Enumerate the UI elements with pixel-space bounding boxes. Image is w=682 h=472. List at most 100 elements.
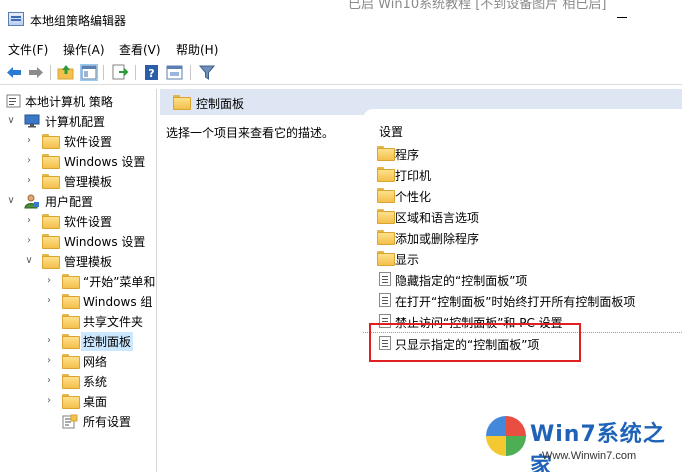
tree-node-label: 计算机配置: [45, 115, 106, 129]
list-item-printers[interactable]: 打印机: [363, 164, 682, 184]
tree-node-label: 共享文件夹: [83, 315, 144, 329]
help-icon[interactable]: ?: [143, 64, 161, 81]
menu-action[interactable]: 操作(A): [63, 41, 105, 58]
up-folder-icon[interactable]: [57, 64, 75, 81]
highlight-annotation-box: [369, 323, 581, 362]
tree-node-windows-components[interactable]: › Windows 组: [0, 291, 156, 311]
chevron-right-icon[interactable]: ›: [44, 294, 54, 308]
list-item-add-remove-programs[interactable]: 添加或删除程序: [363, 227, 682, 247]
tree-node-label: 系统: [83, 375, 108, 389]
tree-node-admin-templates[interactable]: › 管理模板: [0, 171, 156, 191]
tree-node-software-settings[interactable]: › 软件设置: [0, 131, 156, 151]
tree-node-software-settings[interactable]: › 软件设置: [0, 211, 156, 231]
details-title: 控制面板: [196, 97, 245, 111]
chevron-right-icon[interactable]: ›: [24, 234, 34, 248]
folder-icon: [377, 188, 395, 203]
tree-node-label: Windows 组: [83, 295, 153, 309]
properties-icon[interactable]: [166, 64, 184, 81]
tree-node-control-panel[interactable]: › 控制面板: [0, 331, 156, 351]
tree-node-windows-settings[interactable]: › Windows 设置: [0, 231, 156, 251]
win7-logo-icon: [486, 416, 526, 456]
tree-node-shared-folders[interactable]: 共享文件夹: [0, 311, 156, 331]
tree-node-system[interactable]: › 系统: [0, 371, 156, 391]
column-header-setting[interactable]: 设置: [379, 123, 403, 140]
minimize-button[interactable]: [617, 17, 627, 18]
chevron-right-icon[interactable]: ›: [44, 374, 54, 388]
folder-icon: [42, 214, 60, 229]
tree-node-desktop[interactable]: › 桌面: [0, 391, 156, 411]
tree-node-label: 所有设置: [83, 415, 132, 429]
folder-icon: [42, 154, 60, 169]
tree-node-admin-templates[interactable]: ∨ 管理模板: [0, 251, 156, 271]
tree-node-local-policy[interactable]: 本地计算机 策略: [0, 91, 156, 111]
folder-icon: [42, 234, 60, 249]
policy-setting-icon: [379, 272, 391, 286]
back-icon[interactable]: [5, 64, 23, 81]
chevron-down-icon[interactable]: ∨: [6, 194, 16, 208]
list-item-label: 添加或删除程序: [395, 232, 480, 246]
tree-node-start-menu[interactable]: › “开始”菜单和: [0, 271, 156, 291]
watermark-brand: Win7系统之家: [530, 422, 666, 472]
list-item-personalization[interactable]: 个性化: [363, 185, 682, 205]
tree-node-label: 软件设置: [64, 135, 113, 149]
chevron-right-icon[interactable]: ›: [24, 134, 34, 148]
computer-policy-icon: [6, 94, 22, 111]
menu-file[interactable]: 文件(F): [8, 41, 48, 58]
tree-node-user-config[interactable]: ∨ 用户配置: [0, 191, 156, 211]
window-title: 本地组策略编辑器: [30, 14, 127, 28]
list-item-hide-specified-items[interactable]: 隐藏指定的“控制面板”项: [363, 269, 682, 289]
all-settings-icon: [62, 414, 78, 432]
list-item-regional-language[interactable]: 区域和语言选项: [363, 206, 682, 226]
folder-icon: [377, 167, 395, 182]
list-item-label: 打印机: [395, 169, 432, 183]
chevron-right-icon[interactable]: ›: [24, 174, 34, 188]
group-policy-editor-window: 已启 Win10系统教程 [不到设备图片 相已启] 本地组策略编辑器 文件(F)…: [0, 0, 682, 472]
export-list-icon[interactable]: [111, 64, 129, 81]
tree-node-all-settings[interactable]: 所有设置: [0, 411, 156, 432]
chevron-right-icon[interactable]: ›: [44, 274, 54, 288]
show-hide-tree-icon[interactable]: [80, 64, 98, 81]
folder-icon: [377, 230, 395, 245]
folder-icon: [62, 374, 80, 389]
folder-icon: [42, 174, 60, 189]
chevron-right-icon[interactable]: ›: [44, 354, 54, 368]
chevron-right-icon[interactable]: ›: [24, 214, 34, 228]
tree-node-label: 管理模板: [64, 175, 113, 189]
chevron-down-icon[interactable]: ∨: [24, 254, 34, 268]
forward-icon[interactable]: [27, 64, 45, 81]
toolbar-separator: [50, 65, 51, 80]
folder-icon: [377, 251, 395, 266]
tree-node-label: 用户配置: [45, 195, 94, 209]
chevron-down-icon[interactable]: ∨: [6, 114, 16, 128]
list-item-label: 程序: [395, 148, 420, 162]
watermark-url: Www.Winwin7.com: [542, 450, 637, 462]
folder-icon: [62, 314, 80, 329]
tree-node-label: 本地计算机 策略: [25, 95, 113, 109]
chevron-right-icon[interactable]: ›: [44, 334, 54, 348]
computer-config-icon: [24, 114, 40, 131]
tree-node-computer-config[interactable]: ∨ 计算机配置: [0, 111, 156, 131]
filter-icon[interactable]: [198, 64, 216, 81]
background-window-title: 已启 Win10系统教程 [不到设备图片 相已启]: [348, 0, 607, 12]
list-item-display[interactable]: 显示: [363, 248, 682, 268]
tree-node-label: 管理模板: [64, 255, 113, 269]
folder-icon: [42, 134, 60, 149]
menu-help[interactable]: 帮助(H): [176, 41, 218, 58]
tree-node-windows-settings[interactable]: › Windows 设置: [0, 151, 156, 171]
folder-icon: [42, 254, 60, 269]
list-item-label: 个性化: [395, 190, 432, 204]
list-item-label: 区域和语言选项: [395, 211, 480, 225]
folder-icon: [377, 146, 395, 161]
folder-icon: [62, 274, 80, 289]
tree-node-network[interactable]: › 网络: [0, 351, 156, 371]
chevron-right-icon[interactable]: ›: [44, 394, 54, 408]
toolbar-separator: [190, 65, 191, 80]
menu-view[interactable]: 查看(V): [119, 41, 161, 58]
folder-icon: [173, 95, 191, 110]
folder-icon: [62, 394, 80, 409]
toolbar-separator: [103, 65, 104, 80]
chevron-right-icon[interactable]: ›: [24, 154, 34, 168]
folder-icon: [62, 294, 80, 309]
list-item-programs[interactable]: 程序: [363, 143, 682, 163]
list-item-always-open-all-items[interactable]: 在打开“控制面板”时始终打开所有控制面板项: [363, 290, 682, 310]
